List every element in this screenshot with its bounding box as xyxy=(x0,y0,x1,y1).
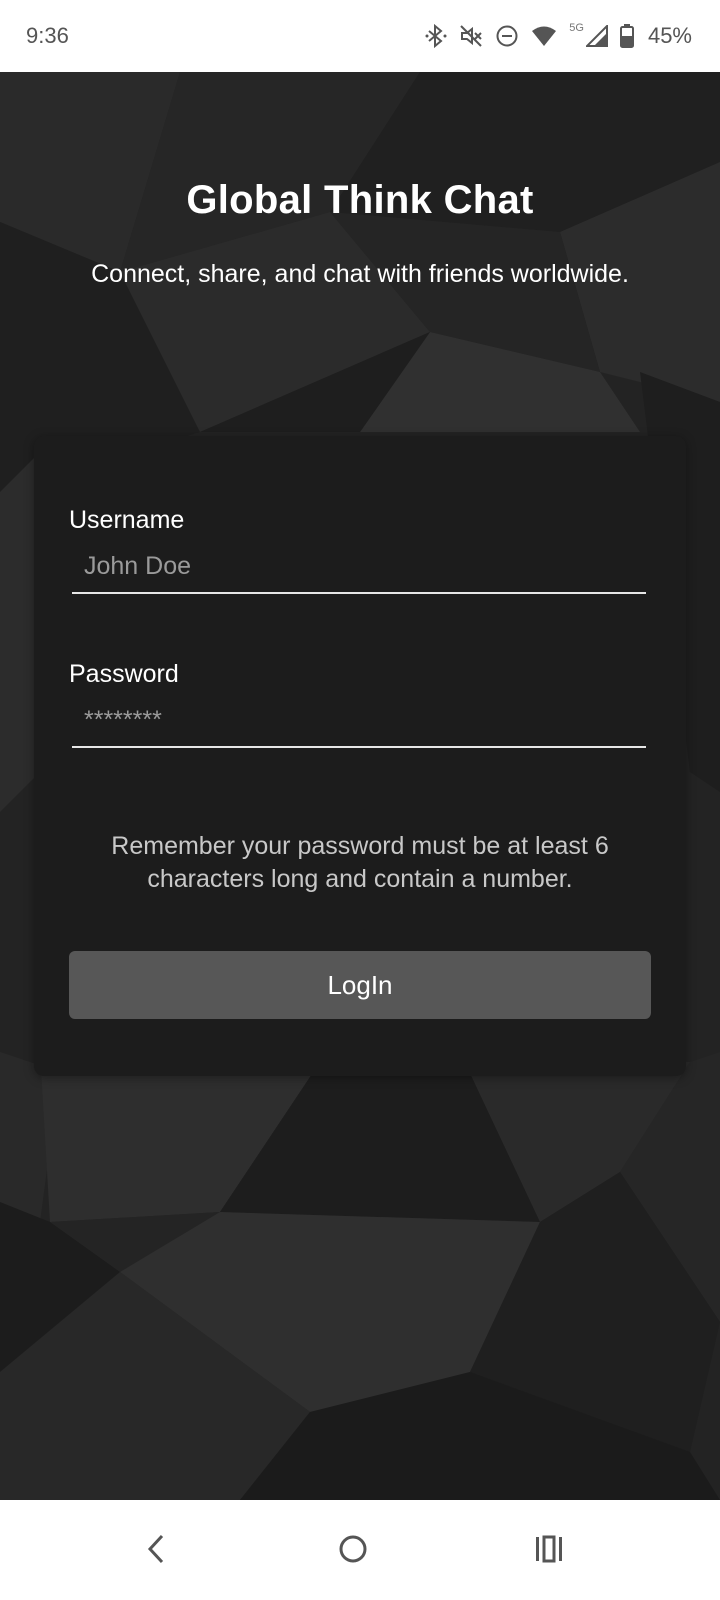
status-time: 9:36 xyxy=(26,23,69,48)
cell-signal-icon xyxy=(585,25,608,47)
network-type: 5G xyxy=(569,22,584,34)
do-not-disturb-icon xyxy=(495,24,519,48)
home-icon xyxy=(338,1534,368,1569)
recents-icon xyxy=(534,1535,564,1568)
login-button[interactable]: LogIn xyxy=(69,951,651,1019)
app-subtitle: Connect, share, and chat with friends wo… xyxy=(91,260,629,288)
login-card: Username Password Remember your password… xyxy=(34,436,686,1076)
system-nav-bar xyxy=(0,1500,720,1600)
back-icon xyxy=(146,1534,166,1569)
status-icons: 5G 45% xyxy=(425,22,692,49)
wifi-icon xyxy=(531,25,557,47)
bluetooth-icon xyxy=(425,24,447,48)
nav-home-button[interactable] xyxy=(323,1528,383,1574)
username-input[interactable] xyxy=(72,540,646,594)
battery-icon xyxy=(619,24,634,48)
password-input[interactable] xyxy=(72,694,646,748)
status-bar: 9:36 5G 45% xyxy=(0,0,720,72)
app-title: Global Think Chat xyxy=(186,178,534,222)
username-label: Username xyxy=(69,506,185,534)
password-label: Password xyxy=(69,660,179,688)
mute-icon xyxy=(459,24,483,48)
nav-back-button[interactable] xyxy=(126,1528,186,1574)
app-screen: Global Think Chat Connect, share, and ch… xyxy=(0,72,720,1500)
nav-recents-button[interactable] xyxy=(519,1528,579,1574)
battery-percent: 45% xyxy=(647,23,692,48)
password-hint: Remember your password must be at least … xyxy=(111,832,609,893)
